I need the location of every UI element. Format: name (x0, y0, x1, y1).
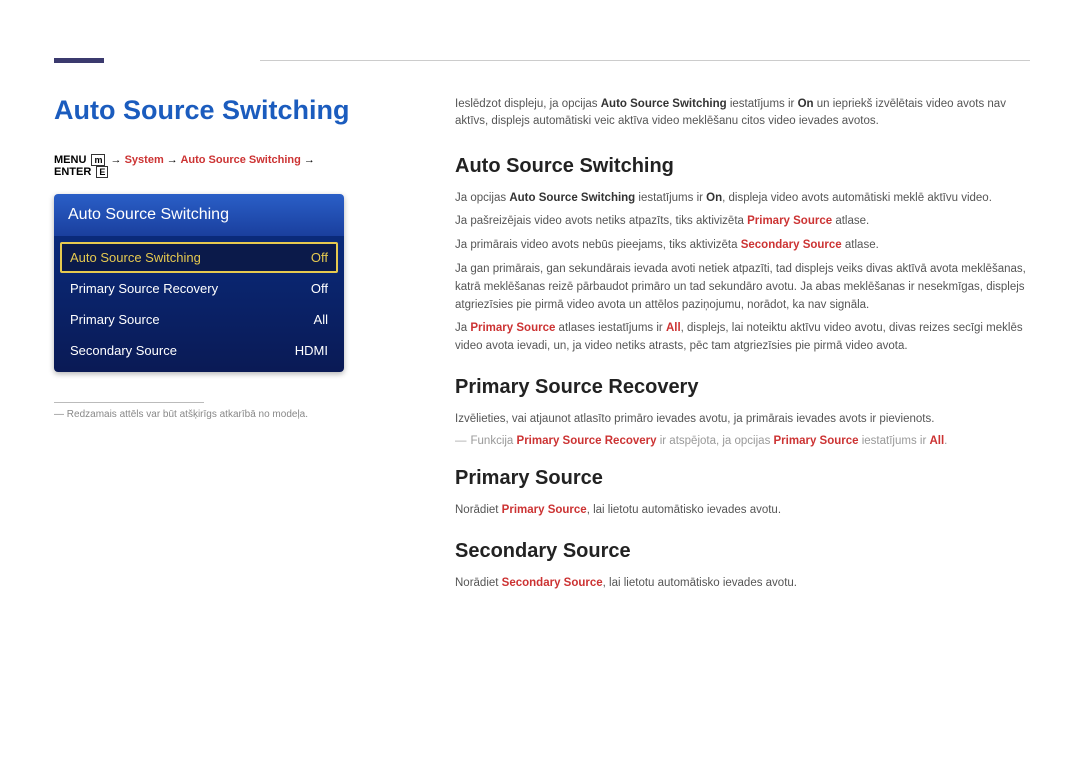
menu-item-value: Off (311, 250, 328, 265)
term-auto-source-switching: Auto Source Switching (601, 98, 727, 110)
menu-item-label: Secondary Source (70, 343, 177, 358)
footnote-divider (54, 402, 204, 403)
text: , lai lietotu automātisko ievades avotu. (603, 577, 797, 589)
term: All (666, 322, 681, 334)
paragraph: Ja opcijas Auto Source Switching iestatī… (455, 190, 1030, 208)
section-heading-secondary-source: Secondary Source (455, 540, 1030, 563)
nav-system: System (125, 154, 164, 166)
text: , lai lietotu automātisko ievades avotu. (587, 504, 781, 516)
paragraph: Ja Primary Source atlases iestatījums ir… (455, 320, 1030, 356)
term-secondary-source: Secondary Source (741, 239, 842, 251)
section-heading-primary-source-recovery: Primary Source Recovery (455, 376, 1030, 399)
page-title: Auto Source Switching (54, 95, 354, 126)
menu-body: Auto Source Switching Off Primary Source… (54, 236, 344, 372)
term: Auto Source Switching (509, 192, 635, 204)
footnote: ― Redzamais attēls var būt atšķirīgs atk… (54, 409, 354, 420)
menu-item-auto-source-switching[interactable]: Auto Source Switching Off (60, 242, 338, 273)
paragraph: Ja gan primārais, gan sekundārais ievada… (455, 261, 1030, 314)
nav-arrow: → (167, 154, 178, 166)
right-column: Ieslēdzot displeju, ja opcijas Auto Sour… (455, 96, 1030, 598)
intro-paragraph: Ieslēdzot displeju, ja opcijas Auto Sour… (455, 96, 1030, 131)
term: On (706, 192, 722, 204)
header-divider (260, 60, 1030, 61)
paragraph: Izvēlieties, vai atjaunot atlasīto primā… (455, 411, 1030, 429)
footnote-marker: ― (54, 409, 64, 420)
text: iestatījums ir (727, 98, 798, 110)
menu-item-label: Primary Source (70, 312, 160, 327)
menu-item-secondary-source[interactable]: Secondary Source HDMI (60, 335, 338, 366)
footnote-text: Redzamais attēls var būt atšķirīgs atkar… (67, 409, 308, 420)
paragraph: Norādiet Primary Source, lai lietotu aut… (455, 502, 1030, 520)
term: Primary Source Recovery (517, 435, 657, 447)
menu-item-value: All (314, 312, 328, 327)
term: Secondary Source (502, 577, 603, 589)
section-heading-primary-source: Primary Source (455, 467, 1030, 490)
paragraph: Ja pašreizējais video avots netiks atpaz… (455, 213, 1030, 231)
term: Primary Source (470, 322, 555, 334)
text: iestatījums ir (859, 435, 930, 447)
text: Ja opcijas (455, 192, 509, 204)
text: Funkcija (471, 435, 517, 447)
breadcrumb: MENU m → System → Auto Source Switching … (54, 154, 354, 178)
text: Ja (455, 322, 470, 334)
note-dash-icon: ― (455, 435, 467, 447)
menu-header: Auto Source Switching (54, 194, 344, 236)
text: Ja pašreizējais video avots netiks atpaz… (455, 215, 747, 227)
term-primary-source: Primary Source (747, 215, 832, 227)
text: atlase. (832, 215, 869, 227)
term: Primary Source (502, 504, 587, 516)
menu-item-value: Off (311, 281, 328, 296)
term: All (929, 435, 944, 447)
menu-item-value: HDMI (295, 343, 328, 358)
note: ― Funkcija Primary Source Recovery ir ats… (455, 435, 1030, 447)
text: Ieslēdzot displeju, ja opcijas (455, 98, 601, 110)
nav-item: Auto Source Switching (180, 154, 300, 166)
term: Primary Source (774, 435, 859, 447)
paragraph: Ja primārais video avots nebūs pieejams,… (455, 237, 1030, 255)
enter-icon: E (96, 166, 108, 178)
header-accent (54, 58, 104, 63)
menu-icon: m (91, 154, 105, 166)
term-on: On (798, 98, 814, 110)
text: Ja primārais video avots nebūs pieejams,… (455, 239, 741, 251)
text: Norādiet (455, 504, 502, 516)
nav-enter: ENTER (54, 166, 91, 178)
text: iestatījums ir (635, 192, 706, 204)
text: , displeja video avots automātiski meklē… (722, 192, 992, 204)
section-heading-auto-source-switching: Auto Source Switching (455, 155, 1030, 178)
menu-panel: Auto Source Switching Auto Source Switch… (54, 194, 344, 372)
menu-item-label: Primary Source Recovery (70, 281, 218, 296)
left-column: Auto Source Switching MENU m → System → … (54, 95, 354, 420)
text: atlases iestatījums ir (555, 322, 666, 334)
text: Norādiet (455, 577, 502, 589)
nav-menu: MENU (54, 154, 86, 166)
menu-item-label: Auto Source Switching (70, 250, 201, 265)
nav-arrow: → (304, 154, 315, 166)
nav-arrow: → (111, 154, 122, 166)
text: . (944, 435, 947, 447)
paragraph: Norādiet Secondary Source, lai lietotu a… (455, 575, 1030, 593)
menu-item-primary-source[interactable]: Primary Source All (60, 304, 338, 335)
menu-item-primary-source-recovery[interactable]: Primary Source Recovery Off (60, 273, 338, 304)
text: ir atspējota, ja opcijas (657, 435, 774, 447)
text: atlase. (842, 239, 879, 251)
